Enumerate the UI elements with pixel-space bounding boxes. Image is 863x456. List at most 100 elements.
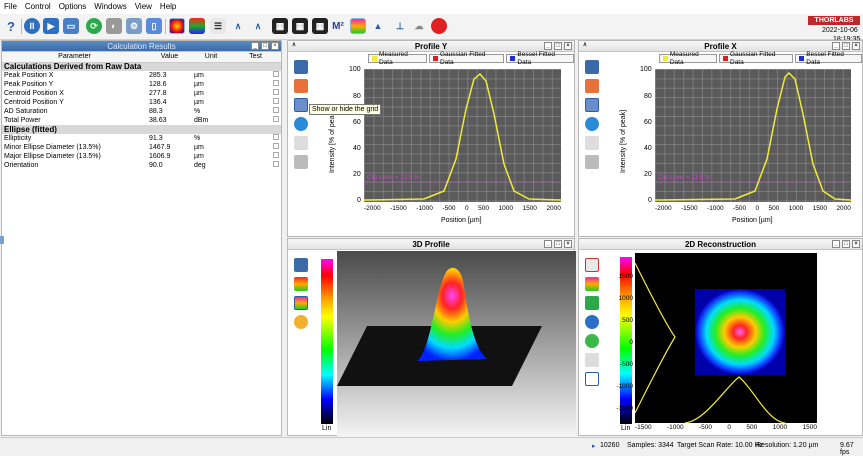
restore-button[interactable]: □ bbox=[842, 42, 850, 50]
scale-label: Lin bbox=[322, 425, 332, 432]
3d-view[interactable] bbox=[337, 251, 576, 436]
ytick: 100 bbox=[349, 66, 361, 73]
minimize-button[interactable]: _ bbox=[251, 42, 259, 50]
minimize-button[interactable]: _ bbox=[832, 240, 840, 248]
legend-bessel[interactable]: Bessel Fitted Data bbox=[506, 51, 574, 66]
chart-icon[interactable]: ▦ bbox=[292, 18, 308, 34]
test-checkbox[interactable] bbox=[273, 107, 279, 113]
calc-title: Calculation Results _ □ × bbox=[2, 41, 281, 52]
test-checkbox[interactable] bbox=[273, 89, 279, 95]
table-row: Centroid Position X 277.8 µm bbox=[2, 89, 281, 98]
pause-icon[interactable] bbox=[294, 155, 308, 169]
restore-button[interactable]: □ bbox=[261, 42, 269, 50]
menu-control[interactable]: Control bbox=[21, 0, 55, 14]
legend-bessel[interactable]: Bessel Fitted Data bbox=[795, 51, 862, 66]
close-button[interactable]: × bbox=[564, 240, 572, 248]
beam-triangle-icon[interactable]: ▲ bbox=[370, 18, 386, 34]
ytick: 40 bbox=[353, 145, 361, 152]
export-icon[interactable] bbox=[585, 79, 599, 93]
legend-gaussian[interactable]: Gaussian Fitted Data bbox=[428, 51, 505, 66]
close-button[interactable]: × bbox=[852, 42, 860, 50]
profile-icon: ∧ bbox=[291, 42, 297, 48]
stop-icon[interactable] bbox=[431, 18, 447, 34]
close-button[interactable]: × bbox=[852, 240, 860, 248]
m2-dial-icon[interactable]: ▦ bbox=[272, 18, 288, 34]
menu-file[interactable]: File bbox=[0, 0, 21, 14]
close-button[interactable]: × bbox=[564, 42, 572, 50]
test-checkbox[interactable] bbox=[273, 116, 279, 122]
minimize-button[interactable]: _ bbox=[544, 42, 552, 50]
save-icon[interactable] bbox=[294, 258, 308, 272]
toolbar: ? II ▶ ▭ ⟳ ◐ ⚙ ▯ ☰ ∧ ∧ ▦ ▦ ▦ M² ▲ ⊥ ☁ TH… bbox=[0, 14, 863, 43]
menu-help[interactable]: Help bbox=[156, 0, 180, 14]
restore-button[interactable]: □ bbox=[842, 240, 850, 248]
legend: Measured Data Gaussian Fitted Data Besse… bbox=[659, 51, 862, 66]
col-unit: Unit bbox=[192, 52, 230, 63]
trash-icon[interactable]: ▯ bbox=[146, 18, 162, 34]
export-icon[interactable] bbox=[294, 79, 308, 93]
legend-measured[interactable]: Measured Data bbox=[659, 51, 718, 66]
menu-windows[interactable]: Windows bbox=[90, 0, 130, 14]
menu-options[interactable]: Options bbox=[55, 0, 91, 14]
profile-y-plot[interactable]: Clip Level = 13.5 % bbox=[363, 69, 562, 202]
grid-dial-icon[interactable]: ▦ bbox=[312, 18, 328, 34]
3d-view-icon[interactable] bbox=[189, 18, 205, 34]
test-checkbox[interactable] bbox=[273, 98, 279, 104]
menu-bar: File Control Options Windows View Help bbox=[0, 0, 863, 14]
step-icon[interactable]: ▶ bbox=[43, 18, 59, 34]
move-icon[interactable] bbox=[585, 117, 599, 131]
profile-x-plot[interactable]: Clip Level = 13.5 % bbox=[654, 69, 852, 202]
expand-handle[interactable] bbox=[0, 236, 4, 244]
menu-view[interactable]: View bbox=[131, 0, 156, 14]
refresh-icon[interactable]: ⟳ bbox=[86, 18, 102, 34]
ytick: 60 bbox=[353, 119, 361, 126]
minimize-button[interactable]: _ bbox=[544, 240, 552, 248]
profile-x-panel: Profile X ∧ _ □ × Measured Data Gaussian… bbox=[578, 40, 863, 237]
2d-reconstruction-panel: 2D Reconstruction _ □ × Lin 1500 1000 500 0… bbox=[578, 238, 863, 436]
grid-icon[interactable] bbox=[585, 98, 599, 112]
move-icon[interactable] bbox=[294, 315, 308, 329]
legend-gaussian[interactable]: Gaussian Fitted Data bbox=[719, 51, 794, 66]
test-checkbox[interactable] bbox=[273, 161, 279, 167]
minimize-button[interactable]: _ bbox=[832, 42, 840, 50]
move-icon[interactable] bbox=[294, 117, 308, 131]
col-test: Test bbox=[230, 52, 281, 63]
restore-button[interactable]: □ bbox=[554, 240, 562, 248]
2d-image[interactable] bbox=[634, 253, 817, 424]
profile-x-svg bbox=[654, 71, 852, 201]
help-icon[interactable]: ? bbox=[3, 18, 19, 34]
calculation-results-panel: Calculation Results _ □ × Parameter Valu… bbox=[1, 40, 282, 436]
grid-icon[interactable] bbox=[294, 98, 308, 112]
profile-fit-icon[interactable]: ∧ bbox=[250, 18, 266, 34]
camera-icon[interactable]: ◐ bbox=[106, 18, 122, 34]
beam-view-icon[interactable] bbox=[169, 18, 185, 34]
m2-icon[interactable]: M² bbox=[330, 18, 346, 34]
table-icon[interactable]: ☰ bbox=[210, 18, 226, 34]
test-checkbox[interactable] bbox=[273, 152, 279, 158]
save-icon[interactable] bbox=[585, 60, 599, 74]
color-icon[interactable] bbox=[294, 296, 308, 310]
settings-icon[interactable]: ⚙ bbox=[126, 18, 142, 34]
rail-icon[interactable]: ⊥ bbox=[392, 18, 408, 34]
color-map-icon[interactable] bbox=[350, 18, 366, 34]
profile-icon[interactable]: ∧ bbox=[230, 18, 246, 34]
table-row: Peak Position Y 128.6 µm bbox=[2, 80, 281, 89]
cursor-icon[interactable] bbox=[585, 136, 599, 150]
cloud-icon[interactable]: ☁ bbox=[411, 18, 427, 34]
ytick: 80 bbox=[353, 93, 361, 100]
test-checkbox[interactable] bbox=[273, 80, 279, 86]
test-checkbox[interactable] bbox=[273, 143, 279, 149]
pause-icon[interactable]: II bbox=[24, 18, 40, 34]
restore-button[interactable]: □ bbox=[554, 42, 562, 50]
cursor-icon[interactable] bbox=[294, 136, 308, 150]
save-icon[interactable] bbox=[294, 60, 308, 74]
test-checkbox[interactable] bbox=[273, 71, 279, 77]
capture-icon[interactable]: ▭ bbox=[63, 18, 79, 34]
legend-measured[interactable]: Measured Data bbox=[368, 51, 427, 66]
test-checkbox[interactable] bbox=[273, 134, 279, 140]
close-button[interactable]: × bbox=[271, 42, 279, 50]
surface-icon[interactable] bbox=[294, 277, 308, 291]
pause-icon[interactable] bbox=[585, 155, 599, 169]
scale-label: Lin bbox=[621, 425, 631, 432]
table-row: AD Saturation 88.3% bbox=[2, 107, 281, 116]
